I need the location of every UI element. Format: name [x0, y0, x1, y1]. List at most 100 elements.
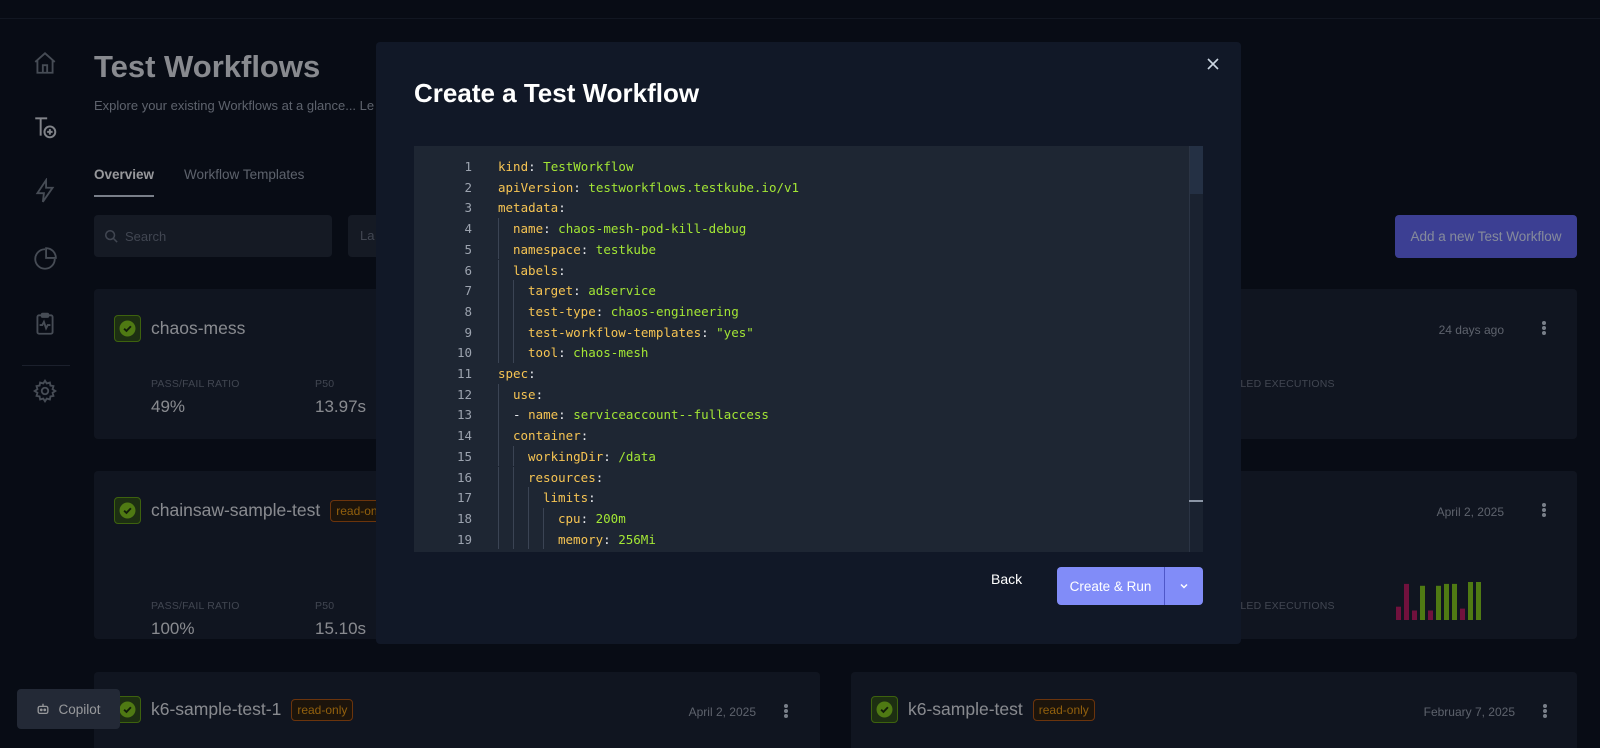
chevron-down-icon[interactable]	[1165, 567, 1203, 605]
yaml-value: /data	[610, 448, 656, 464]
code-line: 9 test-workflow-templates: "yes"	[414, 321, 1174, 343]
code-text: use:	[513, 386, 544, 402]
line-number: 13	[456, 407, 472, 423]
code-line: 8 test-type: chaos-engineering	[414, 300, 1174, 322]
yaml-key: resources	[528, 469, 596, 485]
create-and-run-button[interactable]: Create & Run	[1057, 579, 1164, 594]
yaml-key: name	[528, 407, 559, 423]
code-line: 10 tool: chaos-mesh	[414, 342, 1174, 363]
code-text: - name: serviceaccount--fullaccess	[513, 407, 769, 423]
indent-guide	[513, 300, 514, 322]
code-line: 18 cpu: 200m	[414, 507, 1174, 529]
yaml-key: labels	[513, 262, 559, 278]
yaml-value: chaos-mesh-pod-kill-debug	[550, 221, 747, 237]
yaml-value: 256Mi	[610, 531, 656, 547]
indent-guide	[513, 507, 514, 529]
code-line: 11 spec:	[414, 363, 1174, 384]
yaml-value: 200m	[588, 510, 626, 526]
yaml-key: namespace	[513, 241, 581, 257]
code-line: 16 resources:	[414, 466, 1174, 488]
indent-guide	[498, 466, 499, 488]
code-line: 5 namespace: testkube	[414, 238, 1174, 260]
code-line: 15 workingDir: /data	[414, 445, 1174, 467]
code-text: namespace: testkube	[513, 241, 656, 257]
yaml-key: name	[513, 221, 544, 237]
line-number: 8	[464, 303, 472, 319]
code-text: apiVersion: testworkflows.testkube.io/v1	[498, 179, 800, 195]
line-number: 7	[464, 283, 472, 299]
line-number: 1	[464, 159, 472, 174]
line-number: 10	[456, 345, 472, 361]
code-text: test-workflow-templates: "yes"	[528, 324, 754, 340]
editor-scrollbar[interactable]	[1189, 146, 1203, 552]
line-number: 4	[464, 221, 472, 237]
line-number: 19	[456, 531, 472, 547]
indent-guide	[513, 445, 514, 467]
line-number: 16	[456, 469, 472, 485]
yaml-code-editor[interactable]: 1 kind: TestWorkflow 2 apiVersion: testwork…	[414, 146, 1203, 552]
indent-guide	[513, 487, 514, 508]
yaml-key: cpu	[558, 510, 581, 526]
yaml-value: serviceaccount--fullaccess	[565, 407, 769, 423]
code-text: spec:	[498, 366, 536, 381]
code-text: limits:	[543, 490, 596, 506]
yaml-value: adservice	[580, 283, 656, 299]
yaml-value: "yes"	[708, 324, 754, 340]
code-text: name: chaos-mesh-pod-kill-debug	[513, 221, 747, 237]
indent-guide	[543, 507, 544, 529]
indent-guide	[498, 342, 499, 363]
indent-guide	[498, 404, 499, 426]
line-number: 15	[456, 448, 472, 464]
indent-guide	[498, 218, 499, 239]
yaml-value: testkube	[588, 241, 656, 257]
line-number: 14	[456, 428, 472, 444]
code-text: container:	[513, 428, 589, 444]
yaml-key: apiVersion	[498, 179, 574, 195]
code-text: memory: 256Mi	[558, 531, 656, 547]
code-text: cpu: 200m	[558, 510, 626, 526]
code-text: labels:	[513, 262, 566, 278]
yaml-key: workingDir	[528, 448, 604, 464]
line-number: 11	[456, 366, 472, 381]
yaml-key: memory	[558, 531, 604, 547]
code-line: 19 memory: 256Mi	[414, 528, 1174, 550]
code-line: 17 limits:	[414, 487, 1174, 508]
scrollbar-thumb[interactable]	[1190, 146, 1203, 194]
code-text: resources:	[528, 469, 604, 485]
indent-guide	[498, 321, 499, 343]
line-number: 9	[464, 324, 472, 340]
code-text: metadata:	[498, 200, 566, 216]
indent-guide	[513, 466, 514, 488]
code-line: 7 target: adservice	[414, 280, 1174, 301]
yaml-key: metadata	[498, 200, 559, 216]
close-icon[interactable]	[1205, 56, 1221, 72]
create-and-run-split-button: Create & Run	[1057, 567, 1203, 605]
code-line: 6 labels:	[414, 259, 1174, 281]
indent-guide	[498, 238, 499, 260]
yaml-key: limits	[543, 490, 589, 506]
line-number: 12	[456, 386, 472, 402]
yaml-key: use	[513, 386, 536, 402]
yaml-key: test-type	[528, 303, 596, 319]
code-text: tool: chaos-mesh	[528, 345, 649, 361]
create-workflow-modal: Create a Test Workflow 1 kind: TestWorkfl…	[376, 42, 1241, 644]
yaml-key: spec	[498, 366, 529, 381]
line-number: 17	[456, 490, 472, 506]
yaml-key: kind	[498, 159, 529, 174]
line-number: 5	[464, 241, 472, 257]
indent-guide	[513, 342, 514, 363]
code-line: 3 metadata:	[414, 197, 1174, 218]
scrollbar-marker	[1189, 500, 1203, 502]
indent-guide	[498, 528, 499, 550]
code-line: 14 container:	[414, 425, 1174, 446]
indent-guide	[513, 528, 514, 550]
indent-guide	[498, 300, 499, 322]
back-button[interactable]: Back	[987, 567, 1026, 591]
indent-guide	[528, 487, 529, 508]
indent-guide	[498, 280, 499, 301]
yaml-key: container	[513, 428, 581, 444]
yaml-key: target	[528, 283, 574, 299]
indent-guide	[513, 280, 514, 301]
indent-guide	[513, 321, 514, 343]
indent-guide	[528, 528, 529, 550]
